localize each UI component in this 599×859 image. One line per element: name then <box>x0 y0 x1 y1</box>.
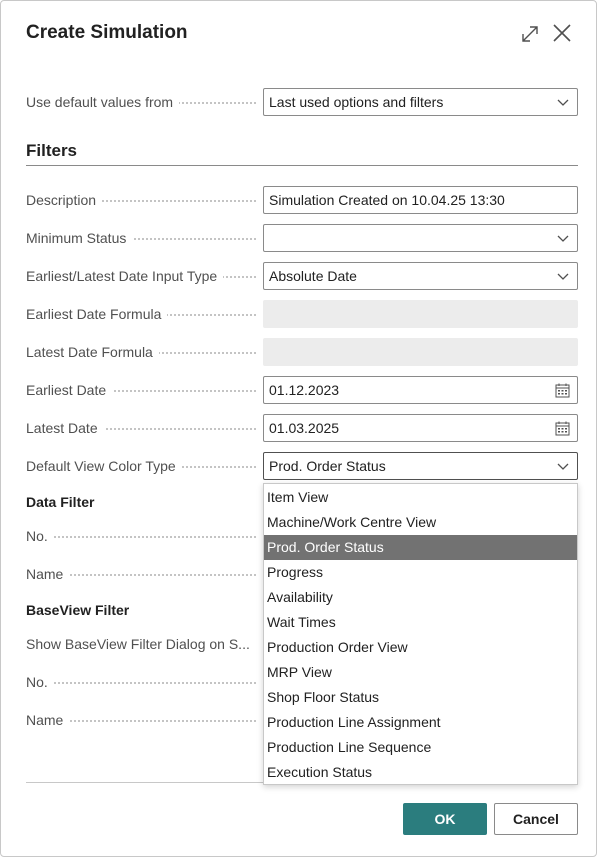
chevron-down-icon <box>557 463 569 470</box>
calendar-icon[interactable] <box>555 421 570 436</box>
section-divider <box>26 165 578 166</box>
minimum-status-select[interactable] <box>263 224 578 252</box>
defaults-select[interactable]: Last used options and filters <box>263 88 578 116</box>
latest-date-label: Latest Date <box>26 418 256 438</box>
option-item-view[interactable]: Item View <box>264 485 577 510</box>
ok-button[interactable]: OK <box>403 803 487 835</box>
date-input-type-select[interactable]: Absolute Date <box>263 262 578 290</box>
description-value: Simulation Created on 10.04.25 13:30 <box>269 192 505 208</box>
cancel-button[interactable]: Cancel <box>494 803 578 835</box>
color-type-dropdown-list[interactable]: Item View Machine/Work Centre View Prod.… <box>263 483 578 785</box>
option-production-line-sequence[interactable]: Production Line Sequence <box>264 735 577 760</box>
description-label: Description <box>26 190 256 210</box>
data-filter-name-label: Name <box>26 564 256 584</box>
earliest-date-input[interactable]: 01.12.2023 <box>263 376 578 404</box>
chevron-down-icon <box>557 99 569 106</box>
earliest-date-formula-label: Earliest Date Formula <box>26 304 256 324</box>
earliest-date-value: 01.12.2023 <box>269 382 340 398</box>
defaults-label: Use default values from <box>26 92 256 112</box>
option-progress[interactable]: Progress <box>264 560 577 585</box>
option-production-line-assignment[interactable]: Production Line Assignment <box>264 710 577 735</box>
option-execution-status[interactable]: Execution Status <box>264 760 577 785</box>
date-input-type-label: Earliest/Latest Date Input Type <box>26 266 256 286</box>
baseview-filter-title: BaseView Filter <box>26 602 130 618</box>
dialog-title: Create Simulation <box>26 22 188 43</box>
date-input-type-value: Absolute Date <box>269 268 357 284</box>
latest-date-input[interactable]: 01.03.2025 <box>263 414 578 442</box>
earliest-date-formula-input <box>263 300 578 328</box>
data-filter-title: Data Filter <box>26 494 95 510</box>
calendar-icon[interactable] <box>555 383 570 398</box>
create-simulation-dialog: Create Simulation Use default values fro… <box>0 0 597 857</box>
default-view-color-type-value: Prod. Order Status <box>269 458 386 474</box>
chevron-down-icon <box>557 273 569 280</box>
minimum-status-label: Minimum Status <box>26 228 256 248</box>
default-view-color-type-select[interactable]: Prod. Order Status <box>263 452 578 480</box>
close-icon[interactable] <box>551 22 573 44</box>
earliest-date-label: Earliest Date <box>26 380 256 400</box>
option-availability[interactable]: Availability <box>264 585 577 610</box>
option-production-order-view[interactable]: Production Order View <box>264 635 577 660</box>
latest-date-value: 01.03.2025 <box>269 420 340 436</box>
option-shop-floor-status[interactable]: Shop Floor Status <box>264 685 577 710</box>
expand-icon[interactable] <box>519 23 541 45</box>
option-machine-work-centre-view[interactable]: Machine/Work Centre View <box>264 510 577 535</box>
chevron-down-icon <box>557 235 569 242</box>
baseview-show-dialog-label: Show BaseView Filter Dialog on S... <box>26 634 256 654</box>
option-prod-order-status[interactable]: Prod. Order Status <box>264 535 577 560</box>
latest-date-formula-input <box>263 338 578 366</box>
data-filter-no-label: No. <box>26 526 256 546</box>
defaults-value: Last used options and filters <box>269 94 444 110</box>
default-view-color-type-label: Default View Color Type <box>26 456 256 476</box>
baseview-name-label: Name <box>26 710 256 730</box>
latest-date-formula-label: Latest Date Formula <box>26 342 256 362</box>
baseview-no-label: No. <box>26 672 256 692</box>
filters-section-title: Filters <box>26 141 78 160</box>
option-mrp-view[interactable]: MRP View <box>264 660 577 685</box>
option-wait-times[interactable]: Wait Times <box>264 610 577 635</box>
description-input[interactable]: Simulation Created on 10.04.25 13:30 <box>263 186 578 214</box>
